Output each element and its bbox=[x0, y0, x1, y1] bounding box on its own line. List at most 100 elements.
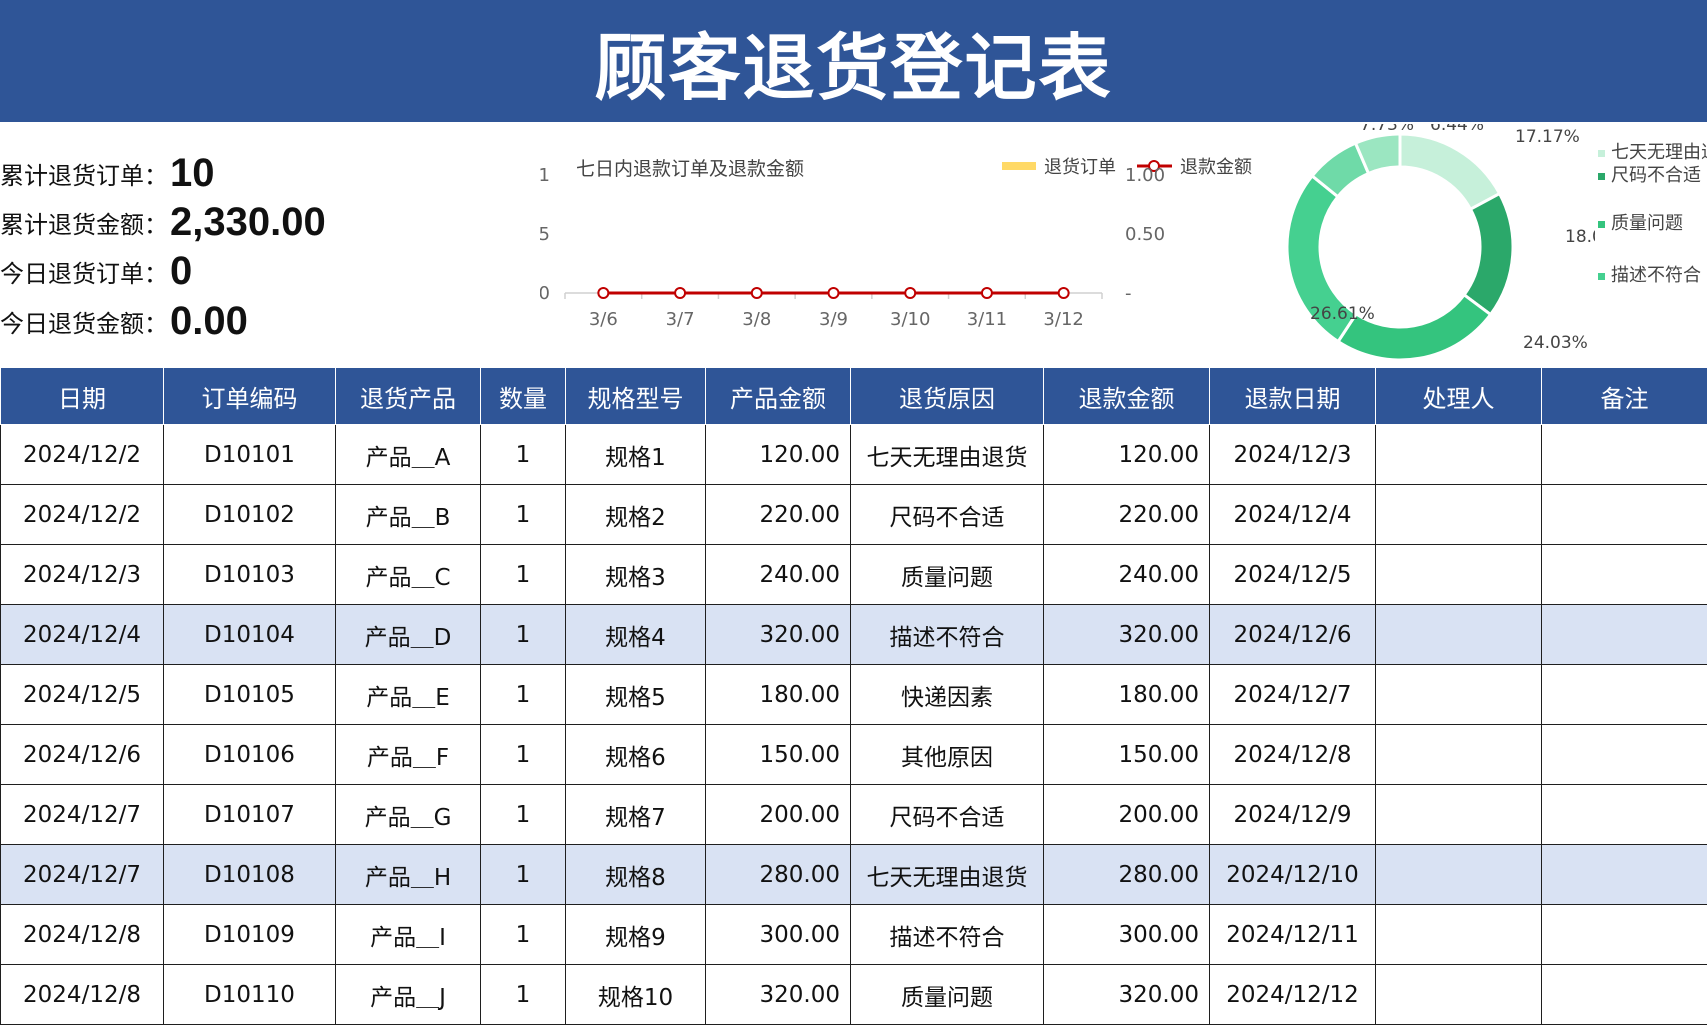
cell-return-reason[interactable]: 七天无理由退货 bbox=[850, 844, 1044, 905]
cell-handler[interactable] bbox=[1375, 424, 1542, 485]
cell-return-reason[interactable]: 七天无理由退货 bbox=[850, 424, 1044, 485]
cell-spec-model[interactable]: 规格4 bbox=[565, 604, 706, 665]
cell-date[interactable]: 2024/12/2 bbox=[0, 424, 164, 485]
table-row[interactable]: 2024/12/8 D10110 产品＿J 1 规格10 320.00 质量问题 320.00… bbox=[0, 964, 1707, 1025]
cell-remark[interactable] bbox=[1541, 724, 1707, 785]
cell-quantity[interactable]: 1 bbox=[480, 784, 566, 845]
cell-product-amount[interactable]: 280.00 bbox=[705, 844, 851, 905]
column-header-product-amount[interactable]: 产品金额 bbox=[705, 367, 851, 425]
cell-refund-date[interactable]: 2024/12/5 bbox=[1209, 544, 1376, 605]
cell-return-product[interactable]: 产品＿F bbox=[335, 724, 481, 785]
cell-date[interactable]: 2024/12/2 bbox=[0, 484, 164, 545]
cell-refund-amount[interactable]: 180.00 bbox=[1043, 664, 1210, 725]
cell-order-code[interactable]: D10108 bbox=[163, 844, 336, 905]
cell-refund-amount[interactable]: 300.00 bbox=[1043, 904, 1210, 965]
column-header-return-reason[interactable]: 退货原因 bbox=[850, 367, 1044, 425]
cell-return-product[interactable]: 产品＿G bbox=[335, 784, 481, 845]
cell-remark[interactable] bbox=[1541, 604, 1707, 665]
cell-refund-date[interactable]: 2024/12/9 bbox=[1209, 784, 1376, 845]
cell-spec-model[interactable]: 规格1 bbox=[565, 424, 706, 485]
column-header-remark[interactable]: 备注 bbox=[1541, 367, 1707, 425]
cell-spec-model[interactable]: 规格3 bbox=[565, 544, 706, 605]
cell-remark[interactable] bbox=[1541, 784, 1707, 845]
table-row[interactable]: 2024/12/6 D10106 产品＿F 1 规格6 150.00 其他原因 150.00 2… bbox=[0, 724, 1707, 785]
cell-date[interactable]: 2024/12/3 bbox=[0, 544, 164, 605]
cell-remark[interactable] bbox=[1541, 904, 1707, 965]
table-row[interactable]: 2024/12/8 D10109 产品＿I 1 规格9 300.00 描述不符合 300.00… bbox=[0, 904, 1707, 965]
cell-return-reason[interactable]: 描述不符合 bbox=[850, 604, 1044, 665]
cell-refund-amount[interactable]: 200.00 bbox=[1043, 784, 1210, 845]
cell-return-product[interactable]: 产品＿C bbox=[335, 544, 481, 605]
cell-handler[interactable] bbox=[1375, 604, 1542, 665]
cell-return-reason[interactable]: 快递因素 bbox=[850, 664, 1044, 725]
cell-product-amount[interactable]: 220.00 bbox=[705, 484, 851, 545]
cell-spec-model[interactable]: 规格8 bbox=[565, 844, 706, 905]
cell-date[interactable]: 2024/12/6 bbox=[0, 724, 164, 785]
cell-date[interactable]: 2024/12/4 bbox=[0, 604, 164, 665]
cell-quantity[interactable]: 1 bbox=[480, 844, 566, 905]
cell-refund-date[interactable]: 2024/12/11 bbox=[1209, 904, 1376, 965]
cell-handler[interactable] bbox=[1375, 904, 1542, 965]
cell-order-code[interactable]: D10110 bbox=[163, 964, 336, 1025]
cell-date[interactable]: 2024/12/7 bbox=[0, 844, 164, 905]
cell-return-reason[interactable]: 尺码不合适 bbox=[850, 784, 1044, 845]
cell-refund-date[interactable]: 2024/12/10 bbox=[1209, 844, 1376, 905]
cell-refund-amount[interactable]: 280.00 bbox=[1043, 844, 1210, 905]
cell-order-code[interactable]: D10103 bbox=[163, 544, 336, 605]
cell-handler[interactable] bbox=[1375, 544, 1542, 605]
cell-spec-model[interactable]: 规格7 bbox=[565, 784, 706, 845]
cell-refund-amount[interactable]: 240.00 bbox=[1043, 544, 1210, 605]
cell-quantity[interactable]: 1 bbox=[480, 724, 566, 785]
cell-quantity[interactable]: 1 bbox=[480, 424, 566, 485]
cell-handler[interactable] bbox=[1375, 844, 1542, 905]
cell-handler[interactable] bbox=[1375, 784, 1542, 845]
cell-product-amount[interactable]: 200.00 bbox=[705, 784, 851, 845]
cell-refund-amount[interactable]: 120.00 bbox=[1043, 424, 1210, 485]
cell-order-code[interactable]: D10101 bbox=[163, 424, 336, 485]
cell-quantity[interactable]: 1 bbox=[480, 604, 566, 665]
cell-return-reason[interactable]: 其他原因 bbox=[850, 724, 1044, 785]
cell-refund-date[interactable]: 2024/12/12 bbox=[1209, 964, 1376, 1025]
cell-spec-model[interactable]: 规格2 bbox=[565, 484, 706, 545]
cell-return-product[interactable]: 产品＿A bbox=[335, 424, 481, 485]
cell-refund-date[interactable]: 2024/12/6 bbox=[1209, 604, 1376, 665]
cell-refund-date[interactable]: 2024/12/7 bbox=[1209, 664, 1376, 725]
column-header-refund-amount[interactable]: 退款金额 bbox=[1043, 367, 1210, 425]
cell-date[interactable]: 2024/12/8 bbox=[0, 964, 164, 1025]
cell-order-code[interactable]: D10104 bbox=[163, 604, 336, 665]
cell-return-reason[interactable]: 质量问题 bbox=[850, 544, 1044, 605]
table-row[interactable]: 2024/12/2 D10102 产品＿B 1 规格2 220.00 尺码不合适 220.00… bbox=[0, 484, 1707, 545]
column-header-refund-date[interactable]: 退款日期 bbox=[1209, 367, 1376, 425]
table-row[interactable]: 2024/12/2 D10101 产品＿A 1 规格1 120.00 七天无理由退货 120.… bbox=[0, 424, 1707, 485]
cell-order-code[interactable]: D10107 bbox=[163, 784, 336, 845]
cell-return-product[interactable]: 产品＿J bbox=[335, 964, 481, 1025]
cell-quantity[interactable]: 1 bbox=[480, 544, 566, 605]
cell-order-code[interactable]: D10109 bbox=[163, 904, 336, 965]
cell-quantity[interactable]: 1 bbox=[480, 484, 566, 545]
cell-remark[interactable] bbox=[1541, 424, 1707, 485]
cell-return-product[interactable]: 产品＿E bbox=[335, 664, 481, 725]
table-row[interactable]: 2024/12/7 D10107 产品＿G 1 规格7 200.00 尺码不合适 200.00… bbox=[0, 784, 1707, 845]
cell-return-reason[interactable]: 质量问题 bbox=[850, 964, 1044, 1025]
column-header-spec-model[interactable]: 规格型号 bbox=[565, 367, 706, 425]
table-row[interactable]: 2024/12/3 D10103 产品＿C 1 规格3 240.00 质量问题 240.00 2… bbox=[0, 544, 1707, 605]
cell-remark[interactable] bbox=[1541, 484, 1707, 545]
cell-quantity[interactable]: 1 bbox=[480, 664, 566, 725]
cell-return-product[interactable]: 产品＿H bbox=[335, 844, 481, 905]
cell-refund-date[interactable]: 2024/12/8 bbox=[1209, 724, 1376, 785]
cell-return-reason[interactable]: 尺码不合适 bbox=[850, 484, 1044, 545]
cell-handler[interactable] bbox=[1375, 484, 1542, 545]
table-row[interactable]: 2024/12/5 D10105 产品＿E 1 规格5 180.00 快递因素 180.00 2… bbox=[0, 664, 1707, 725]
table-row[interactable]: 2024/12/7 D10108 产品＿H 1 规格8 280.00 七天无理由退货 280.… bbox=[0, 844, 1707, 905]
cell-handler[interactable] bbox=[1375, 724, 1542, 785]
cell-quantity[interactable]: 1 bbox=[480, 904, 566, 965]
cell-remark[interactable] bbox=[1541, 664, 1707, 725]
cell-spec-model[interactable]: 规格6 bbox=[565, 724, 706, 785]
cell-handler[interactable] bbox=[1375, 964, 1542, 1025]
cell-refund-amount[interactable]: 320.00 bbox=[1043, 604, 1210, 665]
column-header-handler[interactable]: 处理人 bbox=[1375, 367, 1542, 425]
cell-return-product[interactable]: 产品＿B bbox=[335, 484, 481, 545]
cell-quantity[interactable]: 1 bbox=[480, 964, 566, 1025]
cell-refund-amount[interactable]: 220.00 bbox=[1043, 484, 1210, 545]
cell-product-amount[interactable]: 300.00 bbox=[705, 904, 851, 965]
